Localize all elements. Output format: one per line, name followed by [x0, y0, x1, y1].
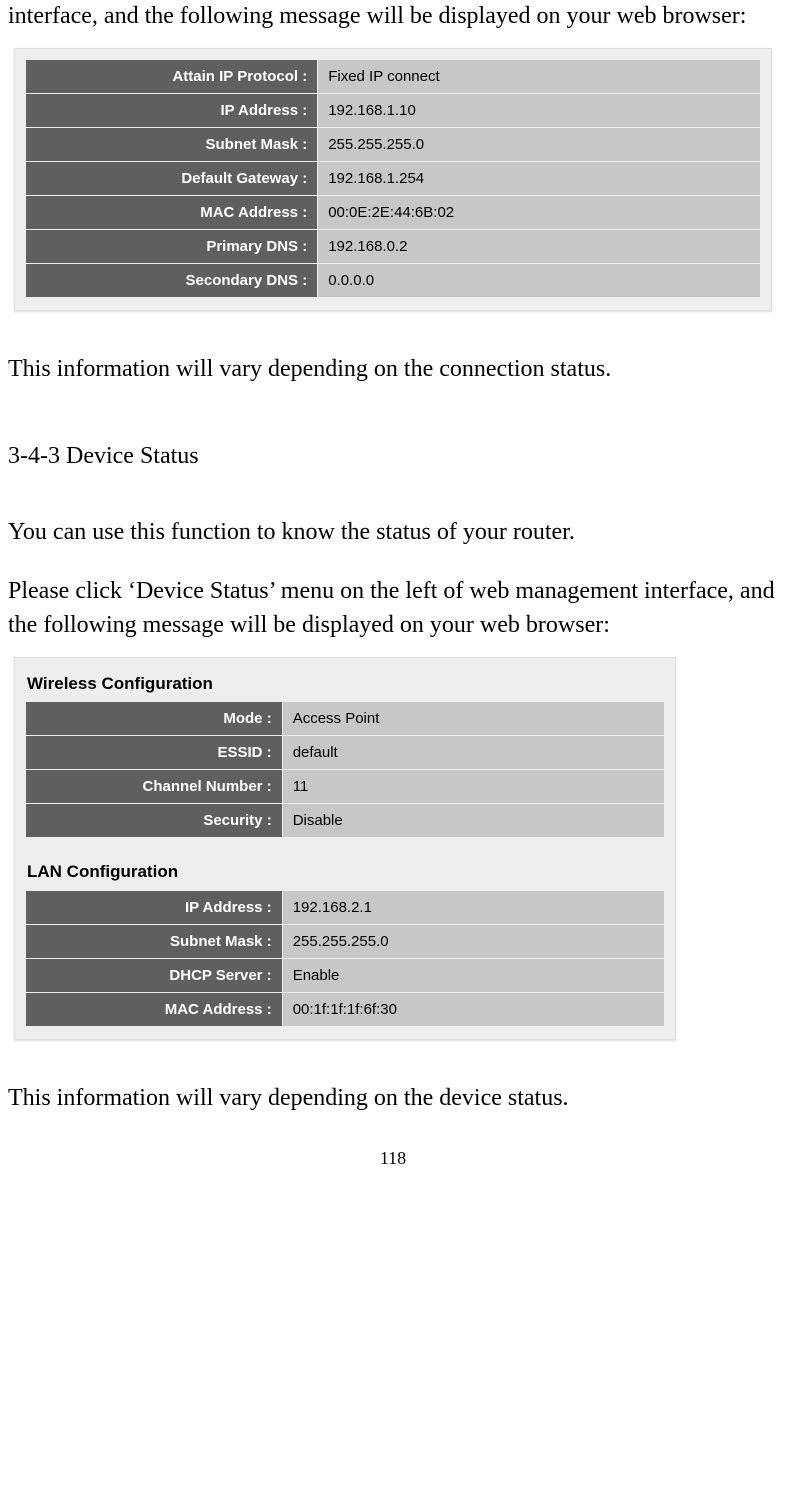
- row-label: Channel Number :: [26, 770, 282, 803]
- table-row: Secondary DNS : 0.0.0.0: [26, 264, 760, 297]
- page-number: 118: [8, 1146, 778, 1171]
- row-label: Primary DNS :: [26, 230, 317, 263]
- table-row: Subnet Mask : 255.255.255.0: [26, 128, 760, 161]
- section-heading-343: 3-4-3 Device Status: [8, 440, 778, 474]
- table-row: DHCP Server : Enable: [26, 959, 664, 992]
- table-row: Subnet Mask : 255.255.255.0: [26, 925, 664, 958]
- table-row: Channel Number : 11: [26, 770, 664, 803]
- row-value: 192.168.1.10: [318, 94, 760, 127]
- row-value: default: [283, 736, 664, 769]
- table-row: Default Gateway : 192.168.1.254: [26, 162, 760, 195]
- row-label: Default Gateway :: [26, 162, 317, 195]
- row-value: 11: [283, 770, 664, 803]
- row-value: Enable: [283, 959, 664, 992]
- lan-config-title: LAN Configuration: [27, 860, 663, 884]
- row-label: MAC Address :: [26, 993, 282, 1026]
- table-row: IP Address : 192.168.2.1: [26, 891, 664, 924]
- row-label: Secondary DNS :: [26, 264, 317, 297]
- row-label: Mode :: [26, 702, 282, 735]
- row-label: MAC Address :: [26, 196, 317, 229]
- row-label: Security :: [26, 804, 282, 837]
- row-value: 192.168.0.2: [318, 230, 760, 263]
- table-row: ESSID : default: [26, 736, 664, 769]
- connection-status-table: Attain IP Protocol : Fixed IP connect IP…: [25, 59, 761, 298]
- table-row: Primary DNS : 192.168.0.2: [26, 230, 760, 263]
- row-label: ESSID :: [26, 736, 282, 769]
- table-row: IP Address : 192.168.1.10: [26, 94, 760, 127]
- table-row: Mode : Access Point: [26, 702, 664, 735]
- vary-note-2: This information will vary depending on …: [8, 1082, 778, 1116]
- row-value: Fixed IP connect: [318, 60, 760, 93]
- table-row: Attain IP Protocol : Fixed IP connect: [26, 60, 760, 93]
- wireless-config-title: Wireless Configuration: [27, 672, 663, 696]
- table-row: Security : Disable: [26, 804, 664, 837]
- row-label: Attain IP Protocol :: [26, 60, 317, 93]
- row-value: Disable: [283, 804, 664, 837]
- row-value: Access Point: [283, 702, 664, 735]
- row-value: 0.0.0.0: [318, 264, 760, 297]
- vary-note-1: This information will vary depending on …: [8, 353, 778, 387]
- row-label: IP Address :: [26, 94, 317, 127]
- row-value: 192.168.2.1: [283, 891, 664, 924]
- row-value: 255.255.255.0: [283, 925, 664, 958]
- row-label: Subnet Mask :: [26, 925, 282, 958]
- row-label: DHCP Server :: [26, 959, 282, 992]
- lan-config-table: IP Address : 192.168.2.1 Subnet Mask : 2…: [25, 890, 665, 1027]
- table-row: MAC Address : 00:0E:2E:44:6B:02: [26, 196, 760, 229]
- connection-status-panel: Attain IP Protocol : Fixed IP connect IP…: [14, 48, 772, 311]
- row-value: 00:0E:2E:44:6B:02: [318, 196, 760, 229]
- device-status-instruction: Please click ‘Device Status’ menu on the…: [8, 575, 778, 642]
- wireless-config-table: Mode : Access Point ESSID : default Chan…: [25, 701, 665, 838]
- table-row: MAC Address : 00:1f:1f:1f:6f:30: [26, 993, 664, 1026]
- device-status-intro: You can use this function to know the st…: [8, 516, 778, 550]
- row-value: 255.255.255.0: [318, 128, 760, 161]
- row-label: Subnet Mask :: [26, 128, 317, 161]
- intro-fragment: interface, and the following message wil…: [8, 0, 778, 34]
- row-value: 00:1f:1f:1f:6f:30: [283, 993, 664, 1026]
- row-label: IP Address :: [26, 891, 282, 924]
- row-value: 192.168.1.254: [318, 162, 760, 195]
- device-status-panel: Wireless Configuration Mode : Access Poi…: [14, 657, 676, 1041]
